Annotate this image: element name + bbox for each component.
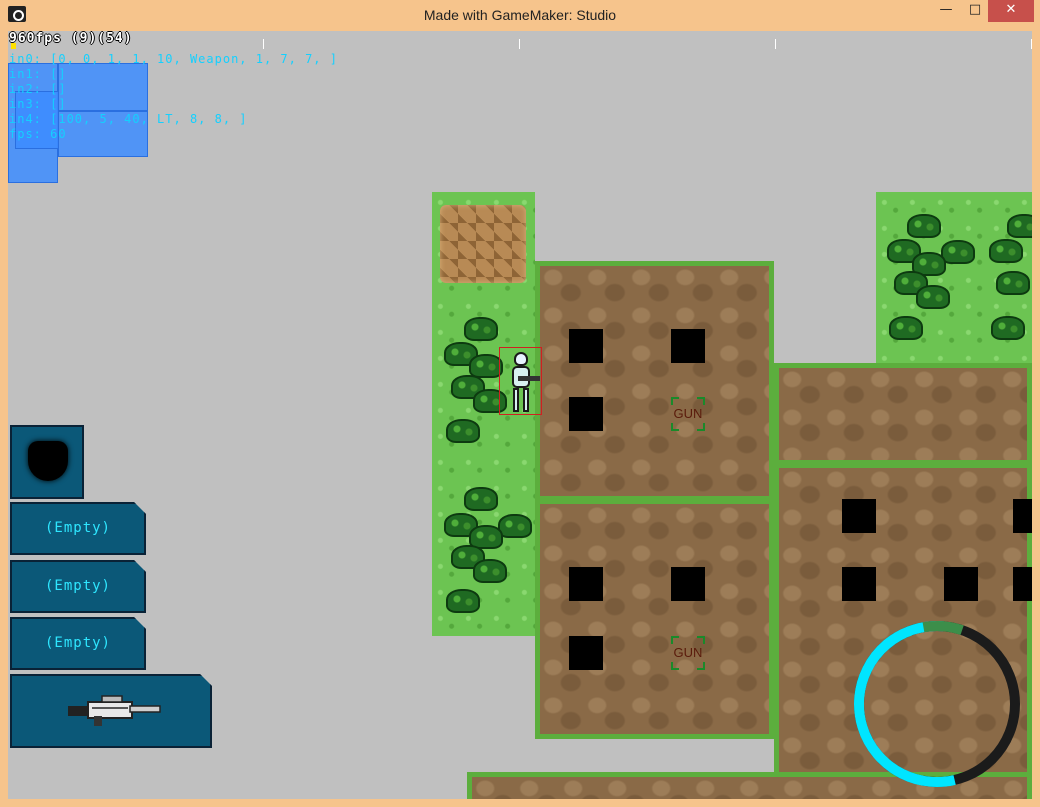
rifle-icon (64, 694, 164, 728)
game-window: Made with GameMaker: Studio — □ ✕ GUN GU… (0, 0, 1040, 807)
ring-fill (854, 621, 1020, 787)
bush-icon (473, 559, 507, 583)
close-button[interactable]: ✕ (988, 0, 1034, 22)
building-window (1013, 499, 1032, 533)
building-window (1013, 567, 1032, 601)
gun-pickup[interactable]: GUN (671, 636, 705, 670)
debug-line: fps: 60 (9, 127, 67, 141)
player-gun (518, 376, 540, 381)
building-window (842, 567, 876, 601)
debug-line: in0: [0, 0, 1, 1, 10, Weapon, 1, 7, 7, ] (9, 52, 338, 66)
bush-icon (498, 514, 532, 538)
building-window (569, 329, 603, 363)
bush-icon (464, 487, 498, 511)
bush-icon (446, 589, 480, 613)
ring-segment (854, 620, 1020, 787)
armor-slot[interactable] (10, 425, 84, 499)
inventory-slot-1[interactable]: (Empty) (10, 502, 146, 555)
fps-readout: 960fps (9)(54) (9, 31, 133, 46)
building-window (569, 636, 603, 670)
bush-icon (991, 316, 1025, 340)
armor-icon (28, 441, 68, 481)
minimize-button[interactable]: — (931, 0, 961, 22)
inventory-slot-2[interactable]: (Empty) (10, 560, 146, 613)
debug-line: in1: [] (9, 67, 67, 81)
building-window (569, 567, 603, 601)
ammo-ring (854, 620, 1020, 787)
debug-line: in3: [] (9, 97, 67, 111)
debug-rect (58, 63, 148, 111)
bush-icon (446, 419, 480, 443)
dirt-building (535, 261, 774, 501)
bush-icon (464, 317, 498, 341)
bush-icon (916, 285, 950, 309)
debug-line: in4: [100, 5, 40, LT, 8, 8, ] (9, 112, 248, 126)
building-window (671, 567, 705, 601)
building-window (944, 567, 978, 601)
debug-line: in2: [] (9, 82, 67, 96)
bush-icon (907, 214, 941, 238)
ruler-tick (1031, 39, 1032, 49)
rock-patch (440, 205, 526, 283)
bush-icon (989, 239, 1023, 263)
bush-icon (1007, 214, 1032, 238)
ruler-tick (263, 39, 264, 49)
player-leg (523, 388, 529, 412)
ruler-tick (519, 39, 520, 49)
bush-icon (941, 240, 975, 264)
bush-icon (469, 354, 503, 378)
ruler-tick (775, 39, 776, 49)
gun-pickup[interactable]: GUN (671, 397, 705, 431)
player-character[interactable] (499, 347, 542, 415)
building-window (842, 499, 876, 533)
building-window (671, 329, 705, 363)
inventory-slot-3[interactable]: (Empty) (10, 617, 146, 670)
dirt-building (535, 499, 774, 739)
game-canvas[interactable]: GUN GUN 960fps (9)(54) in0: [0, 0, 1, 1,… (8, 31, 1032, 799)
bush-icon (889, 316, 923, 340)
maximize-button[interactable]: □ (960, 0, 990, 22)
title-bar[interactable]: Made with GameMaker: Studio — □ ✕ (0, 0, 1040, 31)
bush-icon (996, 271, 1030, 295)
player-head (514, 352, 528, 366)
window-title: Made with GameMaker: Studio (423, 7, 617, 23)
player-leg (513, 388, 519, 412)
building-window (569, 397, 603, 431)
weapon-slot[interactable] (10, 674, 212, 748)
dirt-building (774, 363, 1032, 465)
